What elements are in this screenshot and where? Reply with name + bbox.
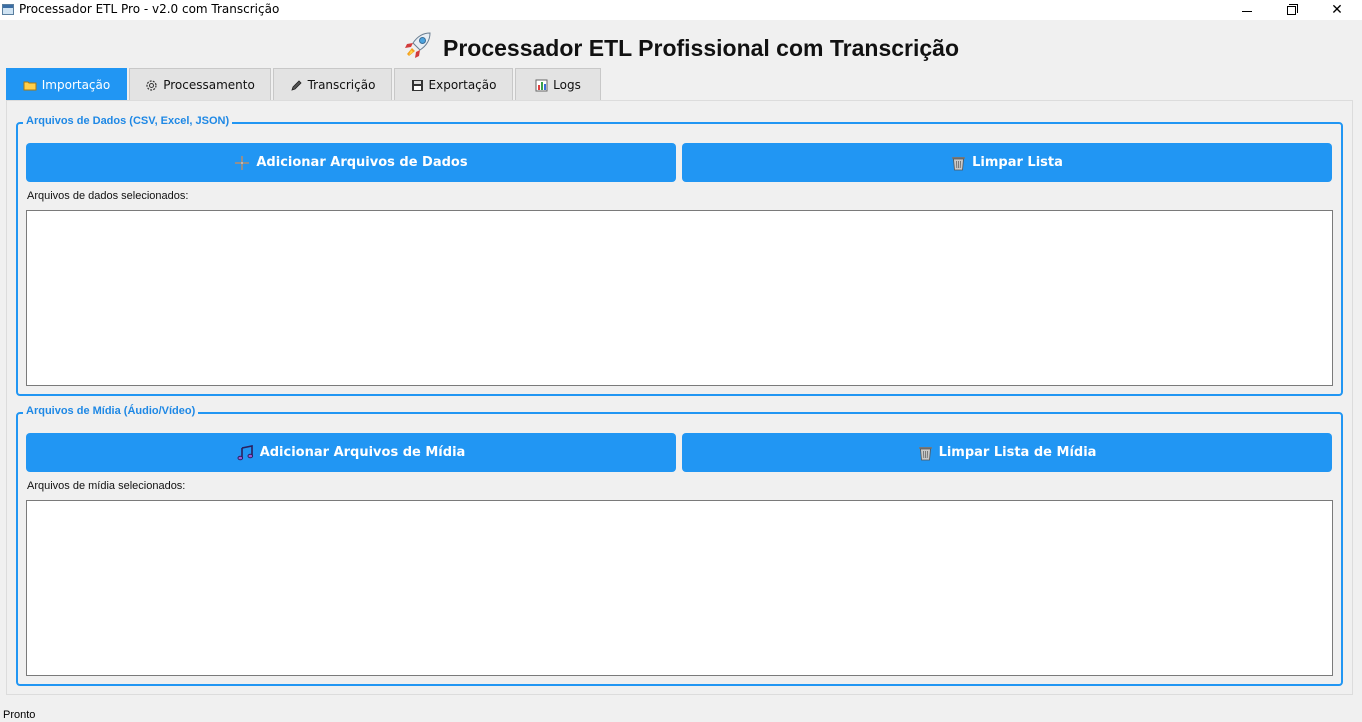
- data-files-list-label: Arquivos de dados selecionados:: [27, 190, 189, 202]
- data-files-group: Arquivos de Dados (CSV, Excel, JSON) Adi…: [16, 115, 1343, 396]
- app-icon: [2, 4, 14, 15]
- tab-logs[interactable]: Logs: [515, 68, 601, 101]
- page-title: Processador ETL Profissional com Transcr…: [0, 31, 1362, 65]
- minimize-icon: [1242, 10, 1252, 12]
- tab-bar: Importação Processamento Transcrição Exp…: [6, 68, 603, 101]
- status-bar-text: Pronto: [3, 709, 36, 721]
- data-files-group-title: Arquivos de Dados (CSV, Excel, JSON): [23, 115, 233, 127]
- tab-label: Processamento: [163, 78, 255, 92]
- rocket-icon: [403, 30, 433, 66]
- tab-label: Transcrição: [307, 78, 376, 92]
- tab-label: Exportação: [428, 78, 497, 92]
- plus-icon: [234, 155, 250, 171]
- media-files-listbox[interactable]: [26, 500, 1333, 676]
- minimize-button[interactable]: [1224, 0, 1270, 20]
- clear-data-list-label: Limpar Lista: [972, 155, 1063, 170]
- clear-media-list-button[interactable]: Limpar Lista de Mídia: [682, 433, 1332, 472]
- window-titlebar: Processador ETL Pro - v2.0 com Transcriç…: [0, 0, 1362, 20]
- tab-transcricao[interactable]: Transcrição: [273, 68, 392, 101]
- add-data-files-button[interactable]: Adicionar Arquivos de Dados: [26, 143, 676, 182]
- clear-media-list-label: Limpar Lista de Mídia: [938, 445, 1097, 460]
- tab-label: Importação: [41, 78, 111, 92]
- media-files-group: Arquivos de Mídia (Áudio/Vídeo) Adiciona…: [16, 405, 1343, 686]
- add-media-files-button[interactable]: Adicionar Arquivos de Mídia: [26, 433, 676, 472]
- close-icon: ✕: [1331, 2, 1343, 18]
- trash-icon: [918, 445, 933, 461]
- tab-processamento[interactable]: Processamento: [129, 68, 271, 101]
- pen-icon: [290, 79, 303, 92]
- media-files-group-title: Arquivos de Mídia (Áudio/Vídeo): [23, 405, 199, 417]
- close-button[interactable]: ✕: [1314, 0, 1360, 20]
- music-note-icon: [237, 444, 254, 461]
- add-media-files-label: Adicionar Arquivos de Mídia: [259, 445, 466, 460]
- media-files-list-label: Arquivos de mídia selecionados:: [27, 480, 186, 492]
- page-title-text: Processador ETL Profissional com Transcr…: [443, 34, 959, 61]
- tab-label: Logs: [553, 78, 581, 92]
- window-title: Processador ETL Pro - v2.0 com Transcriç…: [19, 2, 280, 16]
- trash-icon: [951, 155, 966, 171]
- add-data-files-label: Adicionar Arquivos de Dados: [256, 155, 468, 170]
- clear-data-list-button[interactable]: Limpar Lista: [682, 143, 1332, 182]
- tab-exportacao[interactable]: Exportação: [394, 68, 513, 101]
- data-files-listbox[interactable]: [26, 210, 1333, 386]
- bar-chart-icon: [535, 79, 548, 92]
- maximize-button[interactable]: [1268, 0, 1314, 20]
- maximize-icon: [1286, 3, 1298, 15]
- gear-icon: [145, 79, 158, 92]
- folder-icon: [23, 80, 37, 91]
- tab-importacao[interactable]: Importação: [6, 68, 127, 101]
- floppy-disk-icon: [411, 79, 424, 92]
